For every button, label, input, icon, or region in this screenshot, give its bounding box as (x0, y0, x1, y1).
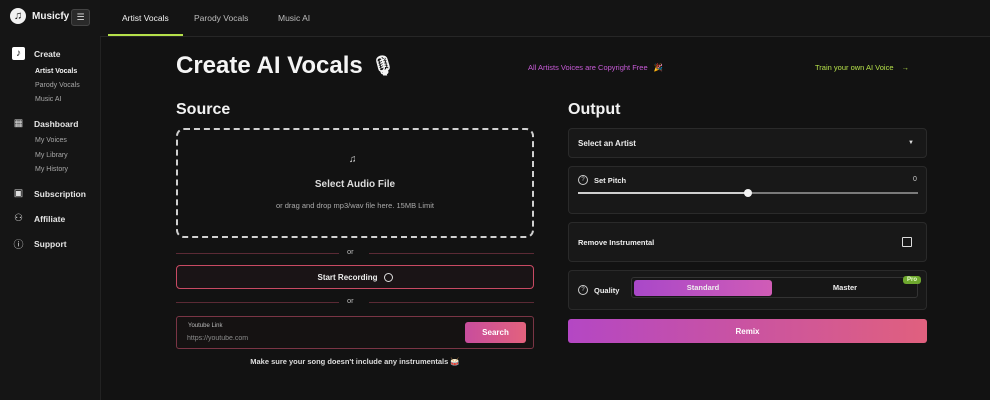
sidebar-toggle-button[interactable]: ☰ (71, 9, 90, 26)
tab-parody-vocals[interactable]: Parody Vocals (194, 0, 248, 36)
sidebar-item-label: Support (34, 238, 67, 249)
dropzone-subtitle: or drag and drop mp3/wav file here. 15MB… (276, 201, 434, 210)
audio-dropzone[interactable]: ♫ Select Audio File or drag and drop mp3… (176, 128, 534, 238)
or-divider: or (176, 296, 534, 308)
people-icon: ⚇ (14, 213, 23, 224)
start-recording-button[interactable]: Start Recording (176, 265, 534, 289)
quality-option-standard[interactable]: Standard (634, 280, 772, 296)
or-divider: or (176, 247, 534, 259)
remove-instrumental-row: Remove Instrumental (568, 222, 927, 262)
menu-icon: ☰ (76, 12, 85, 22)
sidebar-item-affiliate[interactable]: ⚇ Affiliate (12, 212, 65, 225)
youtube-link-label: Youtube Link (188, 323, 223, 329)
microphone-icon: 🎙 (370, 56, 395, 77)
help-icon[interactable]: ? (578, 285, 588, 295)
source-title: Source (176, 101, 231, 118)
help-icon[interactable]: ? (578, 175, 588, 185)
page-title: Create AI Vocals 🎙 (176, 52, 395, 80)
instrumental-tip: Make sure your song doesn't include any … (250, 357, 460, 366)
remove-instrumental-checkbox[interactable] (902, 237, 912, 247)
pitch-slider-fill (578, 192, 748, 194)
pitch-value: 0 (913, 176, 917, 183)
music-note-icon: ♪ (12, 47, 25, 60)
info-icon: ⓘ (13, 240, 24, 251)
tab-music-ai[interactable]: Music AI (278, 0, 310, 36)
search-button[interactable]: Search (465, 322, 526, 343)
copyright-notice: All Artists Voices are Copyright Free 🎉 (528, 63, 663, 72)
quality-row: ? Quality Standard Master Pro (568, 270, 927, 310)
sidebar: ♫ Musicfy ☰ ♪ Create Artist Vocals Parod… (0, 0, 101, 400)
copyright-text: All Artists Voices are Copyright Free (528, 63, 648, 72)
youtube-link-field: Youtube Link Search (176, 316, 534, 349)
youtube-link-input[interactable] (187, 332, 447, 344)
caret-down-icon: ▼ (908, 140, 914, 146)
output-title: Output (568, 101, 621, 118)
sidebar-item-label: Dashboard (34, 118, 79, 129)
or-text: or (347, 296, 354, 305)
grid-icon: ▦ (13, 118, 24, 129)
pitch-slider[interactable] (578, 189, 918, 197)
artist-select-value: Select an Artist (578, 139, 636, 148)
quality-header: ? Quality (578, 285, 619, 295)
musicfy-logo-icon: ♫ (10, 8, 26, 24)
dropzone-title: Select Audio File (314, 179, 396, 190)
train-voice-text: Train your own AI Voice (815, 63, 894, 72)
or-text: or (347, 247, 354, 256)
sidebar-item-dashboard[interactable]: ▦ Dashboard (12, 117, 79, 130)
sidebar-item-support[interactable]: ⓘ Support (12, 237, 67, 252)
sidebar-subitem-artist-vocals[interactable]: Artist Vocals (35, 68, 77, 75)
sidebar-item-subscription[interactable]: ▣ Subscription (12, 187, 86, 200)
record-label: Start Recording (317, 272, 378, 282)
remix-button[interactable]: Remix (568, 319, 927, 343)
quality-selector: Standard Master (631, 277, 918, 298)
brand[interactable]: ♫ Musicfy (10, 8, 69, 24)
page-title-text: Create AI Vocals (176, 52, 363, 79)
sidebar-item-label: Affiliate (34, 213, 66, 224)
tab-artist-vocals[interactable]: Artist Vocals (122, 0, 169, 36)
pitch-slider-thumb[interactable] (744, 189, 752, 197)
sidebar-item-label: Subscription (34, 188, 86, 199)
record-icon (383, 272, 393, 282)
train-voice-link[interactable]: Train your own AI Voice → (815, 63, 909, 72)
card-icon: ▣ (13, 188, 24, 199)
remove-instrumental-label: Remove Instrumental (578, 238, 655, 247)
quality-label: Quality (594, 285, 620, 295)
active-tab-indicator (108, 34, 183, 36)
pitch-header: ? Set Pitch (578, 175, 626, 185)
sidebar-subitem-my-library[interactable]: My Library (35, 152, 68, 159)
sidebar-subitem-music-ai[interactable]: Music AI (35, 96, 61, 103)
sidebar-item-create[interactable]: ♪ Create (12, 47, 60, 60)
brand-name: Musicfy (32, 10, 70, 22)
sidebar-item-label: Create (34, 48, 61, 59)
sidebar-subitem-parody-vocals[interactable]: Parody Vocals (35, 82, 80, 89)
artist-select[interactable]: Select an Artist ▼ (568, 128, 927, 158)
pro-badge: Pro (903, 276, 922, 284)
arrow-right-icon: → (901, 63, 910, 72)
party-popper-icon: 🎉 (653, 63, 663, 72)
sidebar-subitem-my-history[interactable]: My History (35, 166, 68, 173)
quality-option-master[interactable]: Master (775, 280, 915, 296)
sidebar-subitem-my-voices[interactable]: My Voices (35, 137, 67, 144)
audio-file-icon: ♫ (349, 154, 357, 165)
pitch-label: Set Pitch (594, 175, 627, 185)
